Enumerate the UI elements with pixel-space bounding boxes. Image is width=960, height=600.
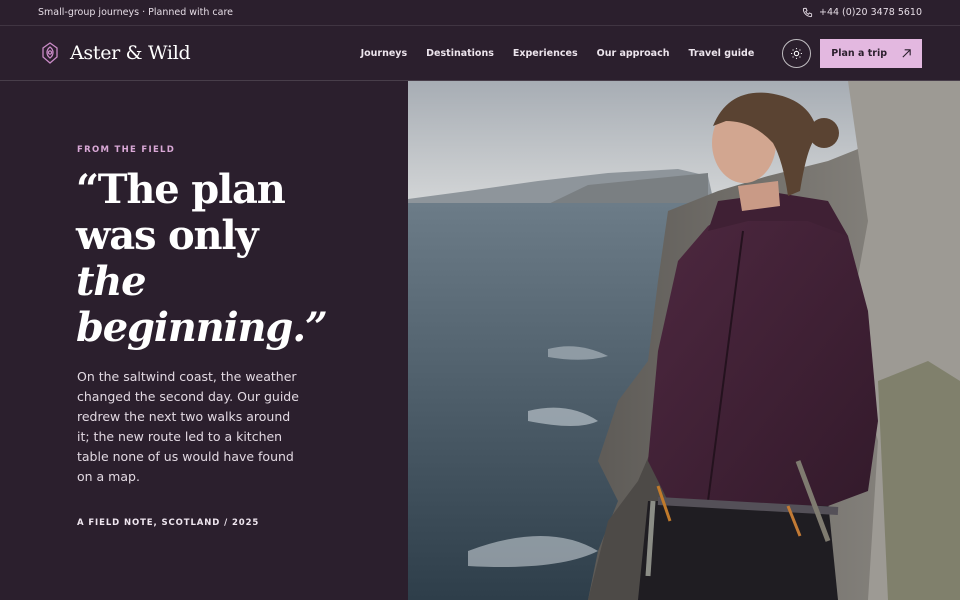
rose-icon [40,42,60,64]
eyebrow: FROM THE FIELD [77,145,176,155]
arrow-up-right-icon [902,48,911,58]
theme-toggle-button[interactable] [782,38,812,68]
main-nav: Journeys Destinations Experiences Our ap… [361,48,755,59]
brand-name: Aster & Wild [70,42,191,64]
hero-body: On the saltwind coast, the weather chang… [77,369,299,484]
hero-quote: “The plan was only the beginning.” [76,167,386,351]
nav-travel-guide[interactable]: Travel guide [689,48,755,59]
quote-line-3: the [76,258,147,305]
nav-experiences[interactable]: Experiences [513,48,578,59]
quote-line-4: beginning.” [76,304,328,351]
phone-icon [802,7,813,18]
nav-destinations[interactable]: Destinations [426,48,494,59]
phone-link[interactable]: +44 (0)20 3478 5610 [802,7,922,18]
attribution: A FIELD NOTE, SCOTLAND / 2025 [77,518,260,528]
top-bar: Small-group journeys · Planned with care… [0,0,960,26]
plan-trip-label: Plan a trip [831,47,887,59]
hero-photo [408,81,960,600]
site-header: Aster & Wild Journeys Destinations Exper… [0,26,960,81]
tagline: Small-group journeys · Planned with care [38,7,234,18]
phone-number: +44 (0)20 3478 5610 [818,7,922,18]
nav-journeys[interactable]: Journeys [361,48,408,59]
quote-line-2: was only [76,212,259,259]
sun-icon [791,47,803,59]
hero-text-panel: FROM THE FIELD “The plan was only the be… [0,81,408,600]
quote-line-1: “The plan [76,166,286,213]
plan-trip-button[interactable]: Plan a trip [820,38,922,68]
nav-our-approach[interactable]: Our approach [597,48,670,59]
brand-link[interactable]: Aster & Wild [40,42,191,64]
